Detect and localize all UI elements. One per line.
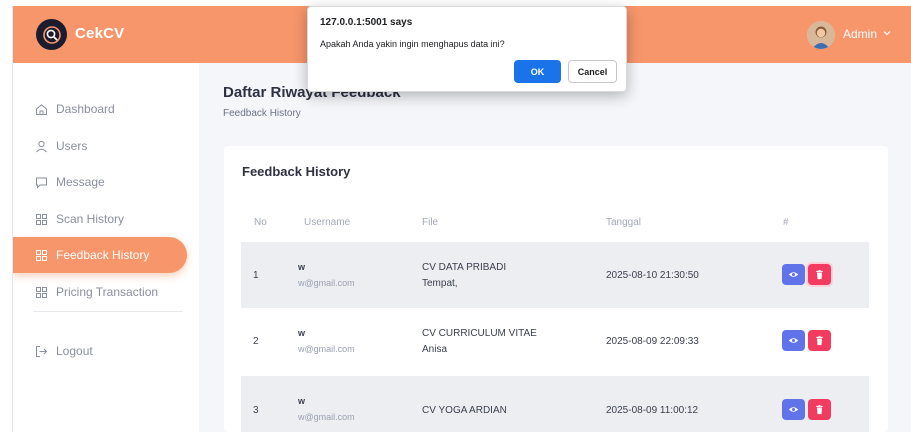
user-email: w@gmail.com [298,412,355,422]
sidebar-item-label: Pricing Transaction [56,285,159,299]
column-header-no: No [254,217,267,228]
column-header-tanggal: Tanggal [606,217,642,228]
user-menu-label[interactable]: Admin [843,27,877,41]
row-number: 1 [253,270,259,281]
logout-icon [35,345,48,358]
file-snippet: Tempat, [422,278,458,289]
eye-icon [788,338,799,343]
breadcrumb: Feedback History [223,108,301,119]
confirm-dialog: 127.0.0.1:5001 says Apakah Anda yakin in… [307,6,627,92]
ok-button[interactable]: OK [514,60,561,83]
user-email: w@gmail.com [298,344,355,354]
file-cell: CV DATA PRIBADI Tempat, [422,262,506,289]
sidebar-item-label: Message [56,175,105,189]
sidebar-item-logout[interactable]: Logout [13,333,187,369]
file-title: CV YOGA ARDIAN [422,405,507,416]
sidebar-item-label: Users [56,139,88,153]
delete-button[interactable] [808,399,831,420]
file-cell: CV CURRICULUM VITAE Anisa [422,328,537,355]
file-title: CV CURRICULUM VITAE [422,328,537,339]
grid-icon [35,213,48,226]
avatar[interactable] [807,21,835,49]
sidebar-item-label: Dashboard [56,102,115,116]
view-button[interactable] [782,264,805,285]
sidebar-item-users[interactable]: Users [13,128,187,164]
column-header-actions: # [783,217,789,228]
row-number: 2 [253,336,259,347]
date-cell: 2025-08-10 21:30:50 [606,270,699,281]
sidebar-divider [33,311,183,312]
username: w [298,328,306,338]
file-snippet: Anisa [422,344,448,355]
grid-icon [35,286,48,299]
home-icon [35,103,48,116]
username: w [298,396,306,406]
cancel-button[interactable]: Cancel [568,60,617,83]
sidebar-item-label: Feedback History [56,248,150,262]
file-cell: CV YOGA ARDIAN [422,405,507,416]
column-header-username: Username [304,217,351,228]
logo-icon[interactable] [36,19,67,50]
grid-icon [35,249,48,262]
card-title: Feedback History [242,164,351,179]
message-icon [35,176,48,189]
sidebar-item-dashboard[interactable]: Dashboard [13,91,187,127]
delete-button[interactable] [808,264,831,285]
user-email: w@gmail.com [298,278,355,288]
table-row: 2 w w@gmail.com CV CURRICULUM VITAE Anis… [241,308,869,374]
user-icon [35,140,48,153]
file-title: CV DATA PRIBADI [422,262,507,273]
table-row: 3 w w@gmail.com CV YOGA ARDIAN 2025-08-0… [241,376,869,432]
sidebar-item-label: Logout [56,344,93,358]
chevron-down-icon[interactable] [882,28,892,38]
dialog-title: 127.0.0.1:5001 says [320,17,413,28]
brand-name[interactable]: CekCV [75,25,124,42]
sidebar-item-feedback-history[interactable]: Feedback History [13,237,187,273]
user-cell: w w@gmail.com [298,396,355,422]
sidebar: Dashboard Users Message Scan History Fee… [13,63,199,432]
sidebar-item-scan-history[interactable]: Scan History [13,201,187,237]
table-row: 1 w w@gmail.com CV DATA PRIBADI Tempat, … [241,242,869,308]
trash-icon [816,269,823,280]
date-cell: 2025-08-09 11:00:12 [606,405,699,416]
trash-icon [816,404,823,415]
delete-button[interactable] [808,330,831,351]
sidebar-item-pricing-transaction[interactable]: Pricing Transaction [13,274,187,310]
view-button[interactable] [782,399,805,420]
sidebar-item-label: Scan History [56,212,125,226]
view-button[interactable] [782,330,805,351]
eye-icon [788,272,799,277]
user-cell: w w@gmail.com [298,328,355,354]
trash-icon [816,335,823,346]
feedback-card: Feedback History No Username File Tangga… [224,146,888,432]
date-cell: 2025-08-09 22:09:33 [606,336,699,347]
column-header-file: File [422,217,439,228]
row-number: 3 [253,405,259,416]
user-cell: w w@gmail.com [298,262,355,288]
username: w [298,262,306,272]
eye-icon [788,407,799,412]
dialog-message: Apakah Anda yakin ingin menghapus data i… [320,39,505,49]
sidebar-item-message[interactable]: Message [13,164,187,200]
